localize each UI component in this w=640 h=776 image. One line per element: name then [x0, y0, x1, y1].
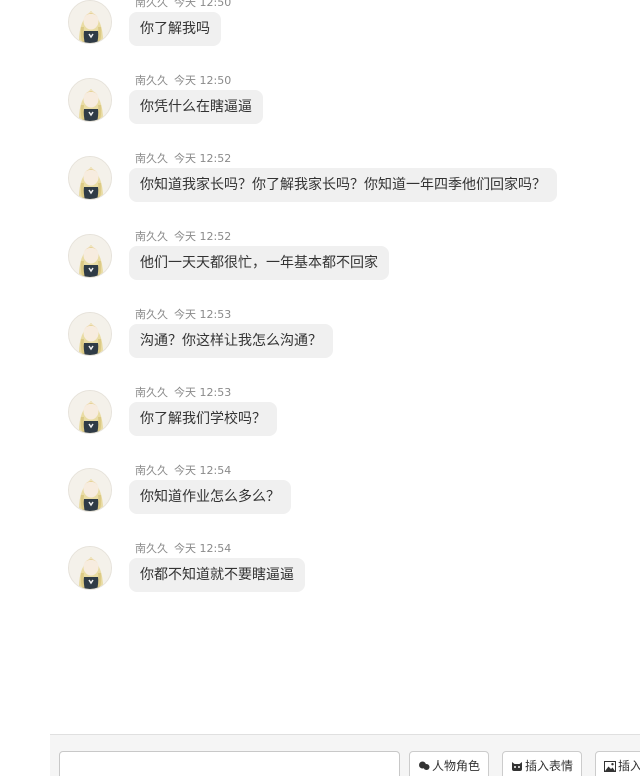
avatar[interactable]: [68, 156, 112, 200]
role-button[interactable]: 人物角色: [409, 751, 489, 776]
message-time: 12:52: [199, 152, 232, 165]
message-meta: 南久久 今天 12:52: [135, 150, 231, 166]
chat-message: 南久久 今天 12:50 你凭什么在瞎逼逼: [0, 74, 640, 158]
chat-message: 南久久 今天 12:54 你都不知道就不要瞎逼逼: [0, 542, 640, 626]
message-author: 南久久: [135, 152, 168, 165]
message-time: 12:52: [199, 230, 232, 243]
message-bubble: 你了解我吗: [129, 12, 221, 46]
user-chat-icon: [418, 752, 430, 776]
message-day: 今天: [174, 230, 196, 243]
message-author: 南久久: [135, 74, 168, 87]
message-author: 南久久: [135, 542, 168, 555]
message-day: 今天: [174, 74, 196, 87]
image-icon: [604, 752, 616, 776]
avatar[interactable]: [68, 546, 112, 590]
message-input[interactable]: [59, 751, 400, 776]
message-day: 今天: [174, 464, 196, 477]
message-day: 今天: [174, 308, 196, 321]
message-author: 南久久: [135, 464, 168, 477]
avatar[interactable]: [68, 78, 112, 122]
message-time: 12:54: [199, 464, 232, 477]
avatar[interactable]: [68, 0, 112, 44]
message-day: 今天: [174, 386, 196, 399]
message-time: 12:54: [199, 542, 232, 555]
message-day: 今天: [174, 152, 196, 165]
chat-message: 南久久 今天 12:54 你知道作业怎么多么？: [0, 464, 640, 548]
avatar[interactable]: [68, 234, 112, 278]
message-day: 今天: [174, 0, 196, 9]
chat-message: 南久久 今天 12:52 你知道我家长吗？你了解我家长吗？你知道一年四季他们回家吗…: [0, 152, 640, 236]
avatar[interactable]: [68, 390, 112, 434]
message-time: 12:53: [199, 386, 232, 399]
message-author: 南久久: [135, 0, 168, 9]
message-meta: 南久久 今天 12:54: [135, 462, 231, 478]
message-meta: 南久久 今天 12:54: [135, 540, 231, 556]
message-bubble: 你了解我们学校吗？: [129, 402, 277, 436]
message-author: 南久久: [135, 230, 168, 243]
message-time: 12:50: [199, 74, 232, 87]
avatar[interactable]: [68, 312, 112, 356]
chat-input-bar: 人物角色 插入表情 插入: [50, 734, 640, 776]
message-bubble: 你凭什么在瞎逼逼: [129, 90, 263, 124]
chat-message: 南久久 今天 12:53 你了解我们学校吗？: [0, 386, 640, 470]
message-bubble: 你知道我家长吗？你了解我家长吗？你知道一年四季他们回家吗？: [129, 168, 557, 202]
message-meta: 南久久 今天 12:53: [135, 384, 231, 400]
message-meta: 南久久 今天 12:50: [135, 72, 231, 88]
message-day: 今天: [174, 542, 196, 555]
avatar[interactable]: [68, 468, 112, 512]
message-time: 12:50: [199, 0, 232, 9]
chat-message: 南久久 今天 12:53 沟通？你这样让我怎么沟通？: [0, 308, 640, 392]
image-button[interactable]: 插入: [595, 751, 640, 776]
message-author: 南久久: [135, 308, 168, 321]
message-bubble: 你知道作业怎么多么？: [129, 480, 291, 514]
message-bubble: 你都不知道就不要瞎逼逼: [129, 558, 305, 592]
message-bubble: 沟通？你这样让我怎么沟通？: [129, 324, 333, 358]
emoji-button[interactable]: 插入表情: [502, 751, 582, 776]
role-button-label: 人物角色: [432, 759, 481, 773]
message-meta: 南久久 今天 12:53: [135, 306, 231, 322]
image-button-label: 插入: [618, 759, 640, 773]
chat-message: 南久久 今天 12:50 你了解我吗: [0, 0, 640, 80]
message-meta: 南久久 今天 12:50: [135, 0, 231, 10]
cat-face-icon: [511, 752, 523, 776]
message-author: 南久久: [135, 386, 168, 399]
message-meta: 南久久 今天 12:52: [135, 228, 231, 244]
message-time: 12:53: [199, 308, 232, 321]
message-bubble: 他们一天天都很忙，一年基本都不回家: [129, 246, 389, 280]
emoji-button-label: 插入表情: [525, 759, 574, 773]
chat-message: 南久久 今天 12:52 他们一天天都很忙，一年基本都不回家: [0, 230, 640, 314]
